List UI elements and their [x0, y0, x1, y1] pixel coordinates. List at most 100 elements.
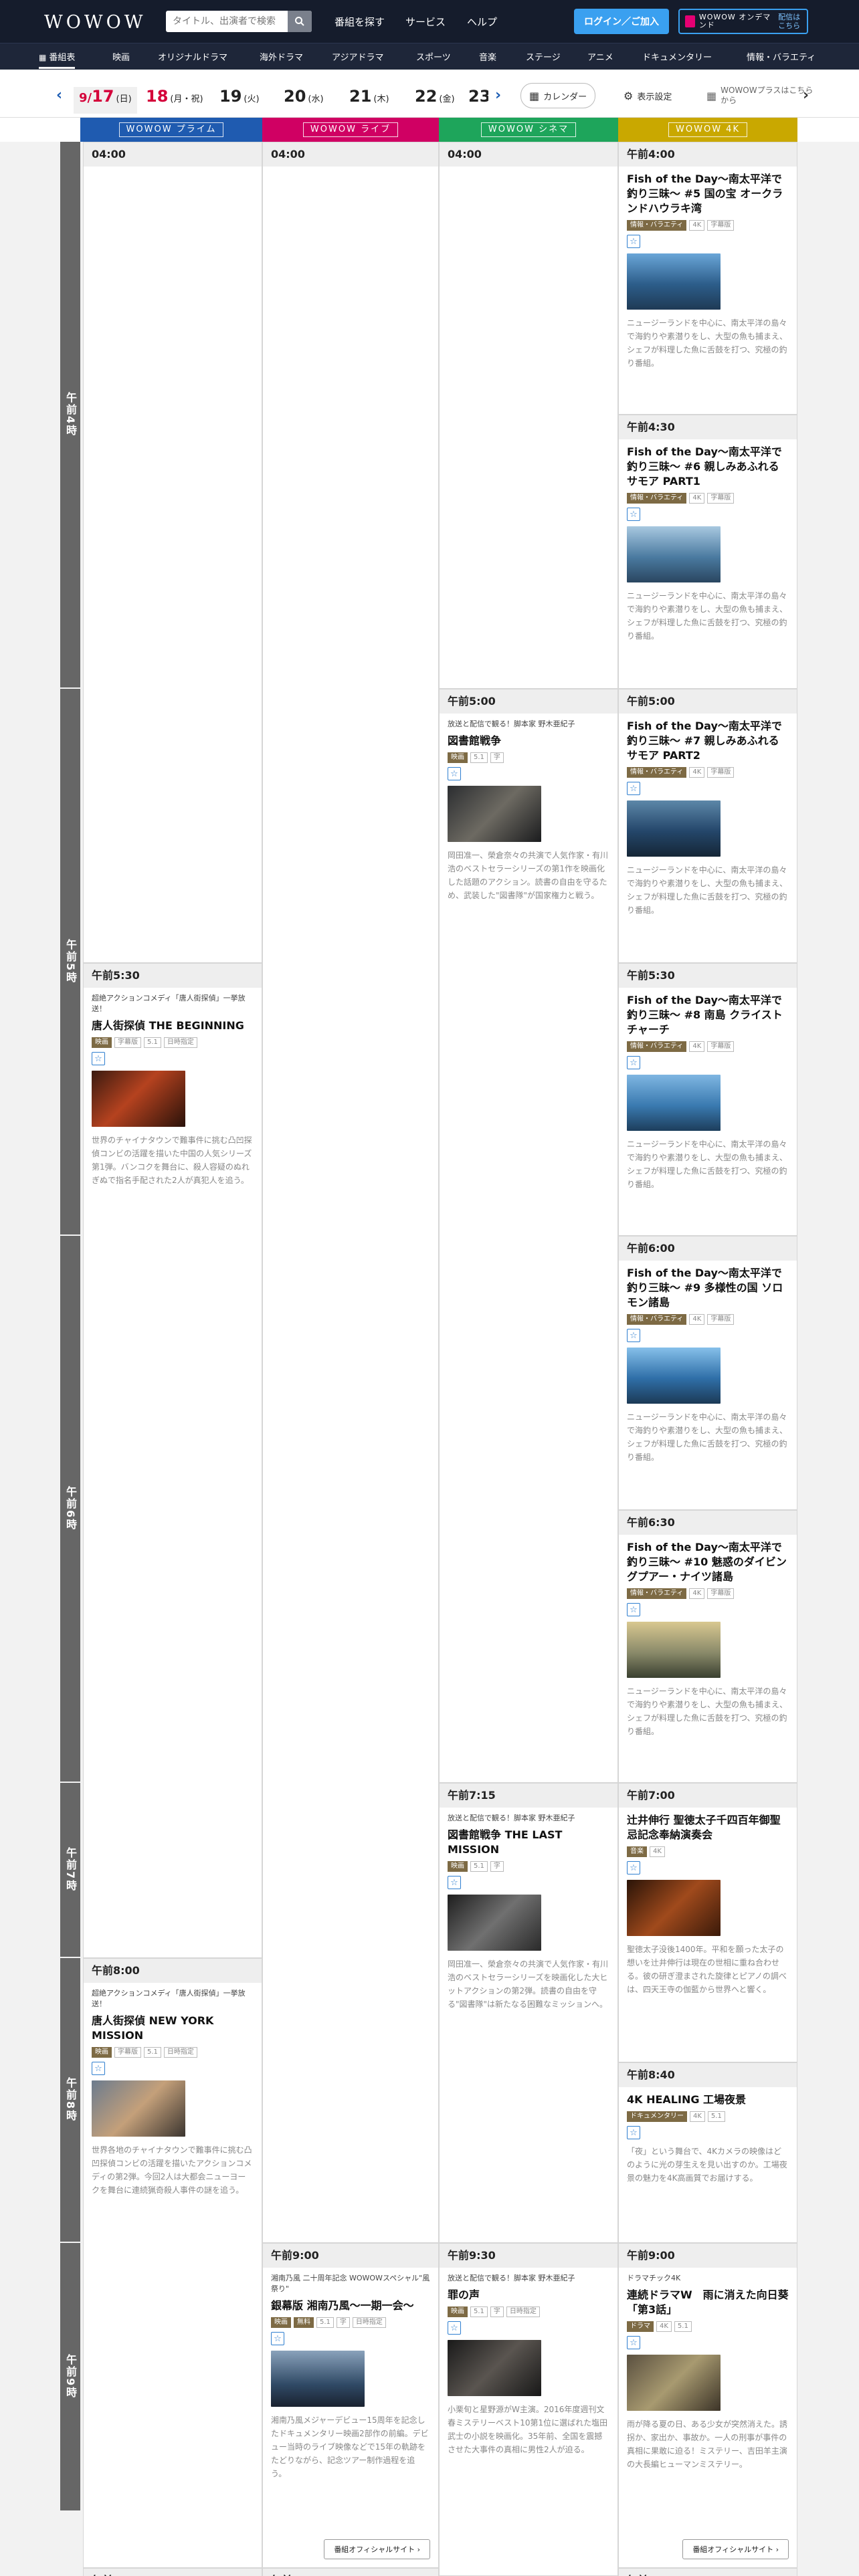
calendar-button[interactable]: ▦ カレンダー [520, 83, 596, 108]
ondemand-button[interactable]: WOWOW オンデマンド 配信はこちら [678, 9, 808, 34]
program-slot[interactable]: 午前10:00 [618, 2568, 797, 2576]
favorite-star-icon[interactable]: ☆ [627, 1056, 640, 1069]
program-slot[interactable]: 午前8:40 4K HEALING 工場夜景 ドキュメンタリー 4K 5.1 ☆… [618, 2062, 797, 2243]
program-title[interactable]: Fish of the Day〜南太平洋で釣り三昧〜 #5 国の宝 オークランド… [627, 172, 789, 216]
program-slot[interactable]: 午前7:00 辻井伸行 聖徳太子千四百年御聖忌記念奉納演奏会 音楽 4K ☆ 聖… [618, 1783, 797, 2062]
search-input[interactable] [166, 11, 286, 31]
program-title[interactable]: Fish of the Day〜南太平洋で釣り三昧〜 #7 親しみあふれるサモア… [627, 719, 789, 763]
program-title[interactable]: 唐人街探偵 THE BEGINNING [92, 1018, 254, 1033]
nav-item-anime[interactable]: アニメ [587, 50, 613, 69]
favorite-star-icon[interactable]: ☆ [627, 235, 640, 248]
program-thumbnail[interactable] [627, 1348, 721, 1404]
program-lead[interactable]: 超絶アクションコメディ「唐人街探偵」一挙放送！ [92, 1988, 254, 2010]
favorite-star-icon[interactable]: ☆ [448, 2321, 461, 2335]
date-cell-21[interactable]: 21 (木) [349, 87, 389, 114]
nav-item-documentary[interactable]: ドキュメンタリー [642, 50, 712, 69]
favorite-star-icon[interactable]: ☆ [92, 2062, 105, 2075]
program-lead[interactable]: 放送と配信で観る！脚本家 野木亜紀子 [448, 2273, 609, 2284]
nav-item-movie[interactable]: 映画 [112, 50, 130, 69]
program-slot[interactable]: 午前9:00 ドラマチック4K 連続ドラマW 雨に消えた向日葵「第3話」 ドラマ… [618, 2243, 797, 2568]
program-thumbnail[interactable] [627, 1880, 721, 1936]
program-thumbnail[interactable] [448, 786, 541, 842]
program-slot[interactable]: 午前9:00 湘南乃風 二十周年記念 WOWOWスペシャル"風祭り" 銀幕版 湘… [262, 2243, 439, 2568]
program-title[interactable]: 連続ドラマW 雨に消えた向日葵「第3話」 [627, 2288, 789, 2317]
program-title[interactable]: Fish of the Day〜南太平洋で釣り三昧〜 #10 魅惑のダイビングプ… [627, 1540, 789, 1584]
nav-item-asian-drama[interactable]: アジアドラマ [332, 50, 383, 69]
program-slot[interactable]: 午前5:30 超絶アクションコメディ「唐人街探偵」一挙放送！ 唐人街探偵 THE… [83, 963, 262, 1958]
scroll-right-chevron-icon[interactable]: › [803, 87, 809, 104]
program-slot[interactable]: 午前5:30 Fish of the Day〜南太平洋で釣り三昧〜 #8 南島 … [618, 963, 797, 1236]
program-title[interactable]: Fish of the Day〜南太平洋で釣り三昧〜 #9 多様性の国 ソロモン… [627, 1266, 789, 1310]
program-title[interactable]: 図書館戦争 [448, 734, 609, 748]
program-thumbnail[interactable] [448, 1895, 541, 1951]
favorite-star-icon[interactable]: ☆ [627, 1861, 640, 1874]
next-dates-chevron-icon[interactable]: › [495, 87, 501, 104]
program-thumbnail[interactable] [627, 2355, 721, 2411]
program-lead[interactable]: 放送と配信で観る！脚本家 野木亜紀子 [448, 1813, 609, 1824]
nav-help[interactable]: ヘルプ [467, 15, 497, 29]
channel-header-4k[interactable]: WOWOW 4K [618, 118, 797, 142]
program-slot[interactable]: 午前6:00 Fish of the Day〜南太平洋で釣り三昧〜 #9 多様性… [618, 1236, 797, 1510]
channel-header-live[interactable]: WOWOW ライブ [262, 118, 439, 142]
program-slot[interactable]: 04:00 [262, 142, 439, 2243]
favorite-star-icon[interactable]: ☆ [627, 1329, 640, 1342]
date-cell-18[interactable]: 18 (月・祝) [146, 87, 203, 114]
wowow-logo[interactable]: WOWOW [44, 12, 147, 33]
program-slot[interactable]: 午前7:15 放送と配信で観る！脚本家 野木亜紀子 図書館戦争 THE LAST… [439, 1783, 618, 2243]
favorite-star-icon[interactable]: ☆ [448, 1876, 461, 1889]
program-slot[interactable]: 午前6:30 Fish of the Day〜南太平洋で釣り三昧〜 #10 魅惑… [618, 1510, 797, 1783]
program-slot[interactable]: 04:00 [83, 142, 262, 963]
program-title[interactable]: 銀幕版 湘南乃風〜一期一会〜 [271, 2298, 430, 2313]
channel-header-prime[interactable]: WOWOW プライム [80, 118, 262, 142]
date-cell-19[interactable]: 19 (火) [219, 87, 260, 114]
program-thumbnail[interactable] [627, 1075, 721, 1131]
program-title[interactable]: 罪の声 [448, 2288, 609, 2302]
channel-header-cinema[interactable]: WOWOW シネマ [439, 118, 618, 142]
nav-item-info-variety[interactable]: 情報・バラエティ [747, 50, 816, 69]
program-thumbnail[interactable] [92, 2080, 185, 2137]
prev-dates-chevron-icon[interactable]: ‹ [56, 87, 62, 104]
program-thumbnail[interactable] [627, 526, 721, 582]
program-thumbnail[interactable] [92, 1071, 185, 1127]
nav-item-music[interactable]: 音楽 [479, 50, 496, 69]
program-slot[interactable]: 午前5:00 放送と配信で観る！脚本家 野木亜紀子 図書館戦争 映画 5.1 字… [439, 689, 618, 1783]
program-thumbnail[interactable] [627, 1622, 721, 1678]
program-slot[interactable]: 午前10:30 [262, 2568, 439, 2576]
program-title[interactable]: Fish of the Day〜南太平洋で釣り三昧〜 #6 親しみあふれるサモア… [627, 445, 789, 489]
program-title[interactable]: Fish of the Day〜南太平洋で釣り三昧〜 #8 南島 クライストチャ… [627, 993, 789, 1037]
program-title[interactable]: 辻井伸行 聖徳太子千四百年御聖忌記念奉納演奏会 [627, 1813, 789, 1842]
program-slot[interactable]: 午前5:00 Fish of the Day〜南太平洋で釣り三昧〜 #7 親しみ… [618, 689, 797, 963]
nav-find-programs[interactable]: 番組を探す [335, 15, 385, 29]
date-cell-22[interactable]: 22 (金) [415, 87, 455, 114]
program-thumbnail[interactable] [271, 2351, 365, 2407]
program-title[interactable]: 唐人街探偵 NEW YORK MISSION [92, 2014, 254, 2043]
program-slot[interactable]: 午前4:00 Fish of the Day〜南太平洋で釣り三昧〜 #5 国の宝… [618, 142, 797, 415]
favorite-star-icon[interactable]: ☆ [627, 782, 640, 795]
date-cell-17[interactable]: 9/17 (日) [74, 87, 137, 114]
program-slot[interactable]: 午前9:30 放送と配信で観る！脚本家 野木亜紀子 罪の声 映画 5.1 字 日… [439, 2243, 618, 2576]
program-thumbnail[interactable] [627, 253, 721, 310]
program-thumbnail[interactable] [448, 2340, 541, 2396]
program-slot[interactable]: 午前10:15 [83, 2568, 262, 2576]
favorite-star-icon[interactable]: ☆ [627, 2126, 640, 2139]
favorite-star-icon[interactable]: ☆ [627, 508, 640, 521]
date-cell-20[interactable]: 20 (水) [284, 87, 324, 114]
program-lead[interactable]: ドラマチック4K [627, 2273, 789, 2284]
official-site-link[interactable]: 番組オフィシャルサイト › [682, 2539, 789, 2559]
nav-item-original-drama[interactable]: オリジナルドラマ [158, 50, 227, 69]
display-settings-button[interactable]: ⚙ 表示設定 [624, 83, 672, 108]
program-thumbnail[interactable] [627, 800, 721, 857]
favorite-star-icon[interactable]: ☆ [448, 767, 461, 780]
nav-item-sports[interactable]: スポーツ [416, 50, 451, 69]
login-button[interactable]: ログイン／ご加入 [574, 9, 669, 34]
program-slot[interactable]: 午前8:00 超絶アクションコメディ「唐人街探偵」一挙放送！ 唐人街探偵 NEW… [83, 1958, 262, 2568]
program-slot[interactable]: 04:00 [439, 142, 618, 689]
date-cell-23[interactable]: 23 [468, 87, 488, 114]
official-site-link[interactable]: 番組オフィシャルサイト › [324, 2539, 430, 2559]
program-slot[interactable]: 午前4:30 Fish of the Day〜南太平洋で釣り三昧〜 #6 親しみ… [618, 415, 797, 689]
program-lead[interactable]: 湘南乃風 二十周年記念 WOWOWスペシャル"風祭り" [271, 2273, 430, 2294]
favorite-star-icon[interactable]: ☆ [627, 2336, 640, 2349]
nav-item-stage[interactable]: ステージ [526, 50, 561, 69]
program-title[interactable]: 4K HEALING 工場夜景 [627, 2092, 789, 2107]
program-lead[interactable]: 放送と配信で観る！脚本家 野木亜紀子 [448, 719, 609, 730]
